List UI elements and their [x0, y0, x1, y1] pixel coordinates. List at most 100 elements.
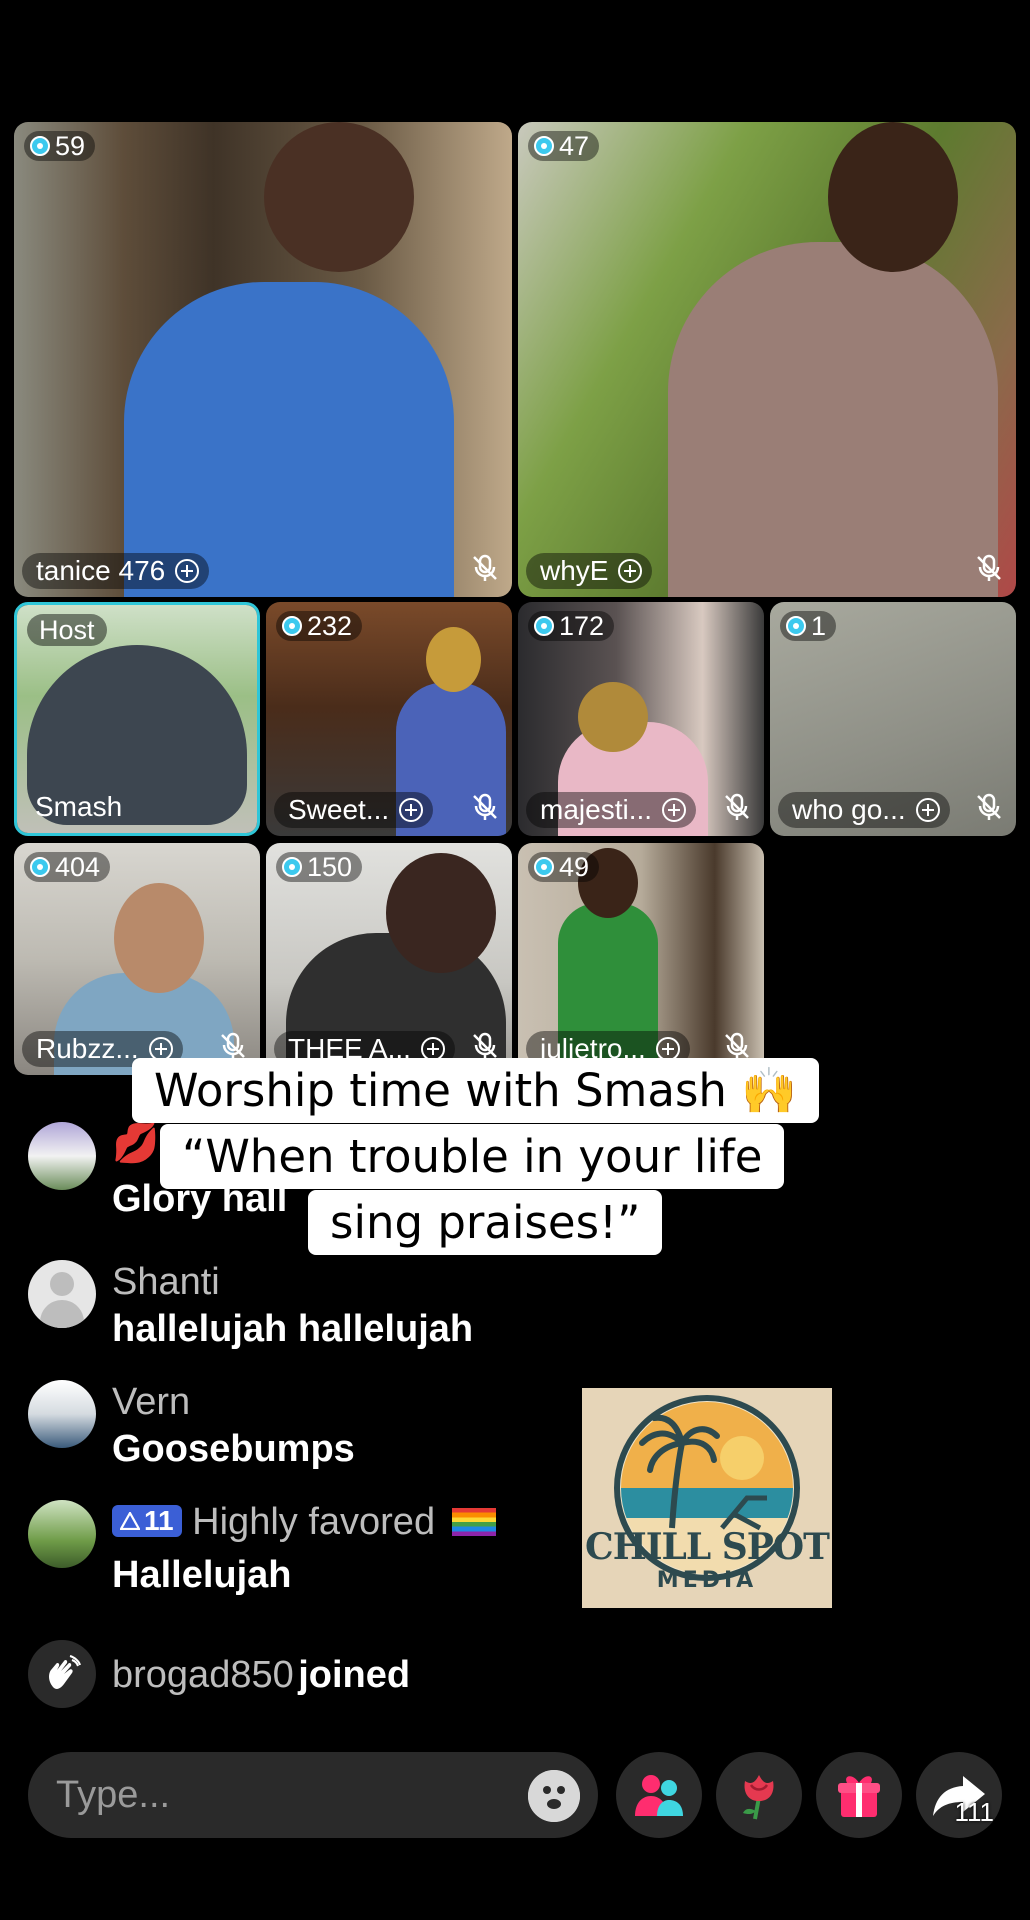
level-badge: 11 [112, 1505, 182, 1537]
viewer-count: 404 [55, 851, 101, 882]
comment-username: Shanti [112, 1261, 220, 1303]
mic-muted-icon [473, 1032, 497, 1059]
comment-message: hallelujah hallelujah [112, 1308, 474, 1350]
diamond-icon [534, 616, 554, 636]
join-event-item: brogad850 joined [28, 1640, 410, 1708]
viewer-count-badge: 150 [276, 851, 363, 882]
mic-muted-icon [977, 793, 1001, 820]
avatar[interactable] [28, 1122, 96, 1190]
wave-hand-icon [28, 1640, 96, 1708]
video-tile-julietro[interactable]: 49 julietro... [518, 843, 764, 1075]
viewer-count: 232 [307, 610, 353, 641]
gift-icon [838, 1776, 880, 1817]
video-tile-host-smash[interactable]: Host Smash [14, 602, 260, 836]
viewer-count: 59 [55, 130, 86, 161]
caption-line-3: sing praises!” [308, 1190, 663, 1255]
person-silhouette [668, 242, 998, 597]
participant-name: who go... [792, 794, 906, 825]
share-button[interactable]: 111 [916, 1752, 1002, 1838]
person-head [426, 627, 481, 692]
participant-name-pill[interactable]: tanice 476 [22, 553, 210, 589]
participant-name: Sweet... [288, 794, 390, 825]
diamond-icon [786, 616, 806, 636]
viewer-count-badge: 59 [24, 130, 96, 161]
comment-text: Vern Goosebumps [112, 1380, 355, 1474]
participant-name: Rubzz... [36, 1033, 139, 1064]
viewer-count-badge: 1 [780, 610, 837, 641]
viewer-count: 1 [811, 610, 827, 641]
wave-hand-icon-svg [49, 1655, 81, 1689]
diamond-icon [30, 857, 50, 877]
comment-item: Shanti hallelujah hallelujah [28, 1260, 473, 1354]
video-tile-rubzz[interactable]: 404 Rubzz... [14, 843, 260, 1075]
caption-line-1: Worship time with Smash 🙌 [132, 1058, 820, 1123]
invite-guests-button[interactable] [616, 1752, 702, 1838]
rose-gift-button[interactable] [716, 1752, 802, 1838]
join-text: brogad850 joined [112, 1650, 410, 1700]
avatar-head-shape [50, 1272, 74, 1296]
person-head [114, 883, 204, 993]
follow-plus-icon[interactable] [175, 559, 200, 583]
viewer-count-badge: 404 [24, 851, 111, 882]
logo-text-line-1: CHILL SPOT [585, 1526, 830, 1568]
person-head [828, 122, 958, 272]
triangle-level-icon [120, 1512, 140, 1530]
participant-name-pill[interactable]: Smash [25, 789, 132, 825]
comment-text: Shanti hallelujah hallelujah [112, 1260, 473, 1354]
video-tile-who-go[interactable]: 1 who go... [770, 602, 1016, 836]
follow-plus-icon[interactable] [618, 559, 643, 583]
viewer-count-badge: 172 [528, 610, 615, 641]
viewer-count-badge: 49 [528, 852, 600, 882]
follow-plus-icon[interactable] [399, 798, 424, 822]
video-tile-whye[interactable]: 47 whyE [518, 122, 1016, 597]
follow-plus-icon[interactable] [915, 798, 940, 822]
participant-name-pill[interactable]: Sweet... [274, 792, 434, 828]
avatar-body-shape [40, 1300, 84, 1328]
default-avatar-icon[interactable] [28, 1260, 96, 1328]
viewer-count-badge: 47 [528, 130, 600, 161]
diamond-icon [30, 136, 50, 156]
video-tile-tanice[interactable]: 59 tanice 476 [14, 122, 512, 597]
join-username: brogad850 [112, 1654, 294, 1696]
emoji-icon[interactable] [528, 1770, 580, 1822]
viewer-count: 47 [559, 130, 590, 161]
participant-name: majesti... [540, 794, 653, 825]
mic-muted-icon [977, 554, 1001, 581]
comment-username: Vern [112, 1381, 191, 1423]
people-icon [635, 1775, 683, 1816]
comment-item: 11 Highly favored Hallelujah [28, 1500, 496, 1600]
video-tile-sweet[interactable]: 232 Sweet... [266, 602, 512, 836]
avatar[interactable] [28, 1500, 96, 1568]
chill-spot-media-logo: CHILL SPOT MEDIA [582, 1388, 832, 1608]
participant-name-pill[interactable]: majesti... [526, 792, 697, 828]
viewer-count: 150 [307, 851, 353, 882]
logo-text-line-2: MEDIA [656, 1568, 758, 1593]
gift-button[interactable] [816, 1752, 902, 1838]
diamond-icon [282, 616, 302, 636]
avatar[interactable] [28, 1380, 96, 1448]
participant-name-pill[interactable]: who go... [778, 792, 950, 828]
person-head [386, 853, 496, 973]
mic-muted-icon [725, 1032, 749, 1059]
mic-muted-icon [473, 554, 497, 581]
diamond-icon [534, 136, 554, 156]
comment-message: Goosebumps [112, 1428, 355, 1470]
video-tile-thee-a[interactable]: 150 THEE A... [266, 843, 512, 1075]
rainbow-flag-icon [451, 1508, 496, 1536]
viewer-count: 172 [559, 610, 605, 641]
diamond-icon [282, 857, 302, 877]
participant-name-pill[interactable]: whyE [526, 553, 653, 589]
mic-muted-icon [473, 793, 497, 820]
rose-icon [743, 1775, 774, 1820]
video-tile-majesti[interactable]: 172 majesti... [518, 602, 764, 836]
follow-plus-icon[interactable] [662, 798, 687, 822]
participant-name: whyE [540, 555, 609, 586]
comment-input[interactable] [28, 1752, 598, 1838]
participant-name: Smash [35, 791, 123, 822]
share-count: 111 [954, 1797, 994, 1827]
comment-text: 11 Highly favored Hallelujah [112, 1500, 496, 1600]
viewer-count-badge: 232 [276, 610, 363, 641]
person-head [264, 122, 414, 272]
participant-name: tanice 476 [36, 555, 166, 586]
host-badge: Host [27, 614, 107, 646]
